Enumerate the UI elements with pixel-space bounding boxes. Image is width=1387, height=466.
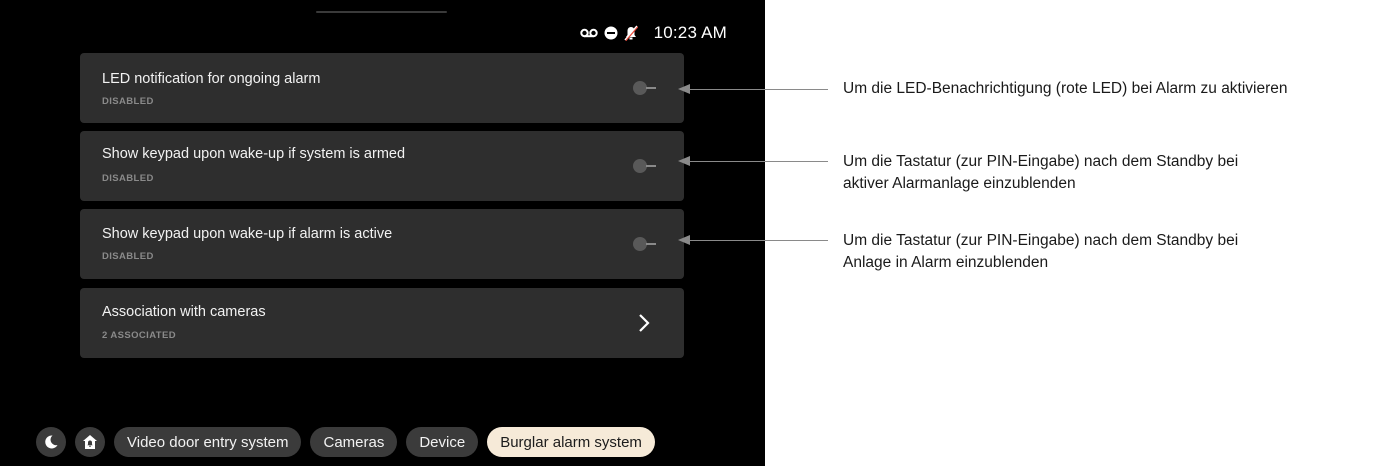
status-time: 10:23 AM (653, 23, 727, 42)
setting-keypad-system-armed[interactable]: Show keypad upon wake-up if system is ar… (80, 131, 684, 201)
callout-arrowhead (678, 156, 690, 166)
annotation-line: Um die Tastatur (zur PIN-Eingabe) nach d… (843, 232, 1239, 249)
setting-title: Association with cameras (102, 304, 266, 320)
led-notification-toggle[interactable] (633, 80, 657, 96)
setting-status: DISABLED (102, 173, 154, 184)
tab-cameras[interactable]: Cameras (310, 427, 398, 457)
tab-burglar-alarm[interactable]: Burglar alarm system (487, 427, 655, 457)
moon-icon[interactable] (36, 427, 66, 457)
voicemail-icon (579, 27, 598, 39)
setting-title: Show keypad upon wake-up if system is ar… (102, 146, 406, 162)
annotation-led-notification: Um die LED-Benachrichtigung (rote LED) b… (843, 78, 1288, 100)
toggle-knob (633, 81, 647, 95)
callout-line (690, 161, 828, 162)
callout-arrowhead (678, 235, 690, 245)
muted-bell-icon (623, 25, 638, 41)
tab-video-door-entry[interactable]: Video door entry system (114, 427, 302, 457)
annotation-line: Um die LED-Benachrichtigung (rote LED) b… (843, 80, 1288, 97)
chevron-right-icon[interactable] (637, 313, 651, 333)
toggle-knob (633, 237, 647, 251)
bottom-navigation: Video door entry system Cameras Device B… (36, 427, 655, 457)
setting-status: DISABLED (102, 251, 154, 262)
callout-arrowhead (678, 84, 690, 94)
tab-device[interactable]: Device (406, 427, 479, 457)
toggle-track (646, 243, 656, 245)
do-not-disturb-icon (604, 26, 618, 40)
home-alarm-icon[interactable] (75, 427, 105, 457)
status-bar: 10:23 AM (579, 23, 727, 43)
keypad-armed-toggle[interactable] (633, 158, 657, 174)
toggle-track (646, 165, 656, 167)
setting-keypad-alarm-active[interactable]: Show keypad upon wake-up if alarm is act… (80, 209, 684, 279)
setting-led-notification[interactable]: LED notification for ongoing alarm DISAB… (80, 53, 684, 123)
annotation-line: aktiver Alarmanlage einzublenden (843, 175, 1076, 192)
device-screen: 10:23 AM LED notification for ongoing al… (0, 0, 765, 466)
callout-line (690, 240, 828, 241)
annotation-keypad-armed: Um die Tastatur (zur PIN-Eingabe) nach d… (843, 151, 1238, 195)
setting-status: DISABLED (102, 96, 154, 107)
setting-camera-association[interactable]: Association with cameras 2 ASSOCIATED (80, 288, 684, 358)
toggle-track (646, 87, 656, 89)
annotation-keypad-alarm: Um die Tastatur (zur PIN-Eingabe) nach d… (843, 230, 1238, 274)
setting-status: 2 ASSOCIATED (102, 330, 176, 341)
setting-title: LED notification for ongoing alarm (102, 71, 321, 87)
keypad-alarm-toggle[interactable] (633, 236, 657, 252)
annotation-line: Anlage in Alarm einzublenden (843, 254, 1049, 271)
drag-handle[interactable] (316, 11, 447, 13)
callout-line (690, 89, 828, 90)
setting-title: Show keypad upon wake-up if alarm is act… (102, 226, 393, 242)
annotation-line: Um die Tastatur (zur PIN-Eingabe) nach d… (843, 153, 1239, 170)
toggle-knob (633, 159, 647, 173)
